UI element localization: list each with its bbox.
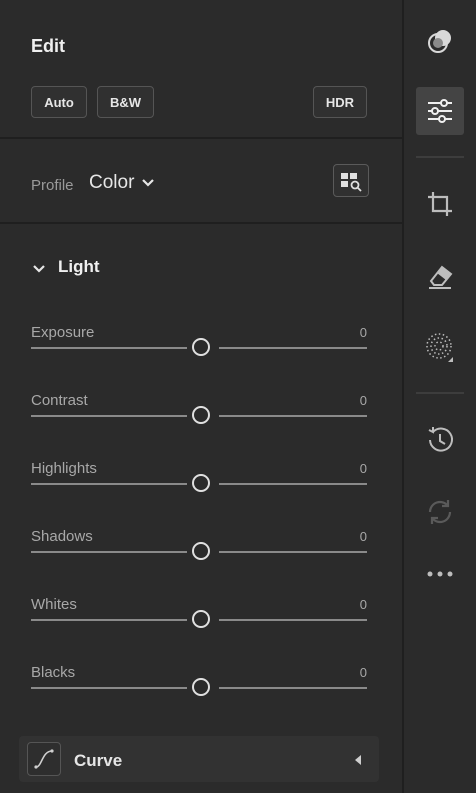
contrast-slider: Contrast 0 bbox=[31, 392, 367, 452]
chevron-down-icon[interactable] bbox=[140, 177, 156, 189]
edit-panel: Edit Auto B&W HDR Profile Color Light Ex… bbox=[0, 0, 402, 793]
slider-thumb[interactable] bbox=[192, 406, 210, 424]
curve-section-header[interactable]: Curve bbox=[19, 736, 379, 782]
exposure-slider: Exposure 0 bbox=[31, 324, 367, 384]
slider-thumb[interactable] bbox=[192, 542, 210, 560]
shadows-slider: Shadows 0 bbox=[31, 528, 367, 588]
rail-divider bbox=[416, 392, 464, 394]
slider-value[interactable]: 0 bbox=[360, 529, 367, 544]
slider-label: Whites bbox=[31, 596, 77, 613]
slider-value[interactable]: 0 bbox=[360, 461, 367, 476]
divider bbox=[0, 222, 402, 224]
slider-track[interactable] bbox=[219, 347, 367, 349]
bw-button[interactable]: B&W bbox=[97, 86, 154, 118]
slider-track[interactable] bbox=[31, 347, 187, 349]
slider-track[interactable] bbox=[219, 551, 367, 553]
mask-icon[interactable] bbox=[416, 17, 464, 65]
slider-value[interactable]: 0 bbox=[360, 393, 367, 408]
history-icon[interactable] bbox=[416, 416, 464, 464]
vignette-icon[interactable] bbox=[416, 323, 464, 371]
slider-track[interactable] bbox=[31, 687, 187, 689]
profile-label: Profile bbox=[31, 177, 74, 194]
auto-button[interactable]: Auto bbox=[31, 86, 87, 118]
slider-track[interactable] bbox=[31, 551, 187, 553]
slider-track[interactable] bbox=[219, 415, 367, 417]
highlights-slider: Highlights 0 bbox=[31, 460, 367, 520]
hdr-button[interactable]: HDR bbox=[313, 86, 367, 118]
slider-thumb[interactable] bbox=[192, 678, 210, 696]
sliders-icon[interactable] bbox=[416, 87, 464, 135]
slider-track[interactable] bbox=[219, 687, 367, 689]
slider-value[interactable]: 0 bbox=[360, 597, 367, 612]
profile-dropdown[interactable]: Color bbox=[89, 172, 134, 194]
slider-track[interactable] bbox=[31, 415, 187, 417]
slider-value[interactable]: 0 bbox=[360, 665, 367, 680]
rail-divider bbox=[416, 156, 464, 158]
edit-title: Edit bbox=[31, 36, 65, 56]
slider-thumb[interactable] bbox=[192, 338, 210, 356]
slider-label: Contrast bbox=[31, 392, 88, 409]
slider-label: Blacks bbox=[31, 664, 76, 681]
eraser-icon[interactable] bbox=[416, 252, 464, 300]
slider-label: Exposure bbox=[31, 324, 95, 341]
slider-label: Shadows bbox=[31, 528, 93, 545]
divider bbox=[0, 137, 402, 139]
slider-label: Highlights bbox=[31, 460, 97, 477]
more-icon[interactable] bbox=[416, 550, 464, 598]
slider-track[interactable] bbox=[31, 619, 187, 621]
light-section-title[interactable]: Light bbox=[58, 257, 100, 277]
slider-thumb[interactable] bbox=[192, 474, 210, 492]
slider-track[interactable] bbox=[31, 483, 187, 485]
crop-icon[interactable] bbox=[416, 180, 464, 228]
curve-section-title: Curve bbox=[74, 751, 123, 770]
chevron-down-icon[interactable] bbox=[31, 263, 47, 275]
slider-thumb[interactable] bbox=[192, 610, 210, 628]
sync-icon[interactable] bbox=[416, 488, 464, 536]
slider-track[interactable] bbox=[219, 619, 367, 621]
profile-browser-button[interactable] bbox=[333, 164, 369, 197]
slider-track[interactable] bbox=[219, 483, 367, 485]
caret-left-icon bbox=[355, 755, 361, 765]
curve-icon bbox=[27, 742, 61, 776]
profile-browse-icon bbox=[341, 173, 362, 192]
slider-value[interactable]: 0 bbox=[360, 325, 367, 340]
blacks-slider: Blacks 0 bbox=[31, 664, 367, 724]
whites-slider: Whites 0 bbox=[31, 596, 367, 656]
